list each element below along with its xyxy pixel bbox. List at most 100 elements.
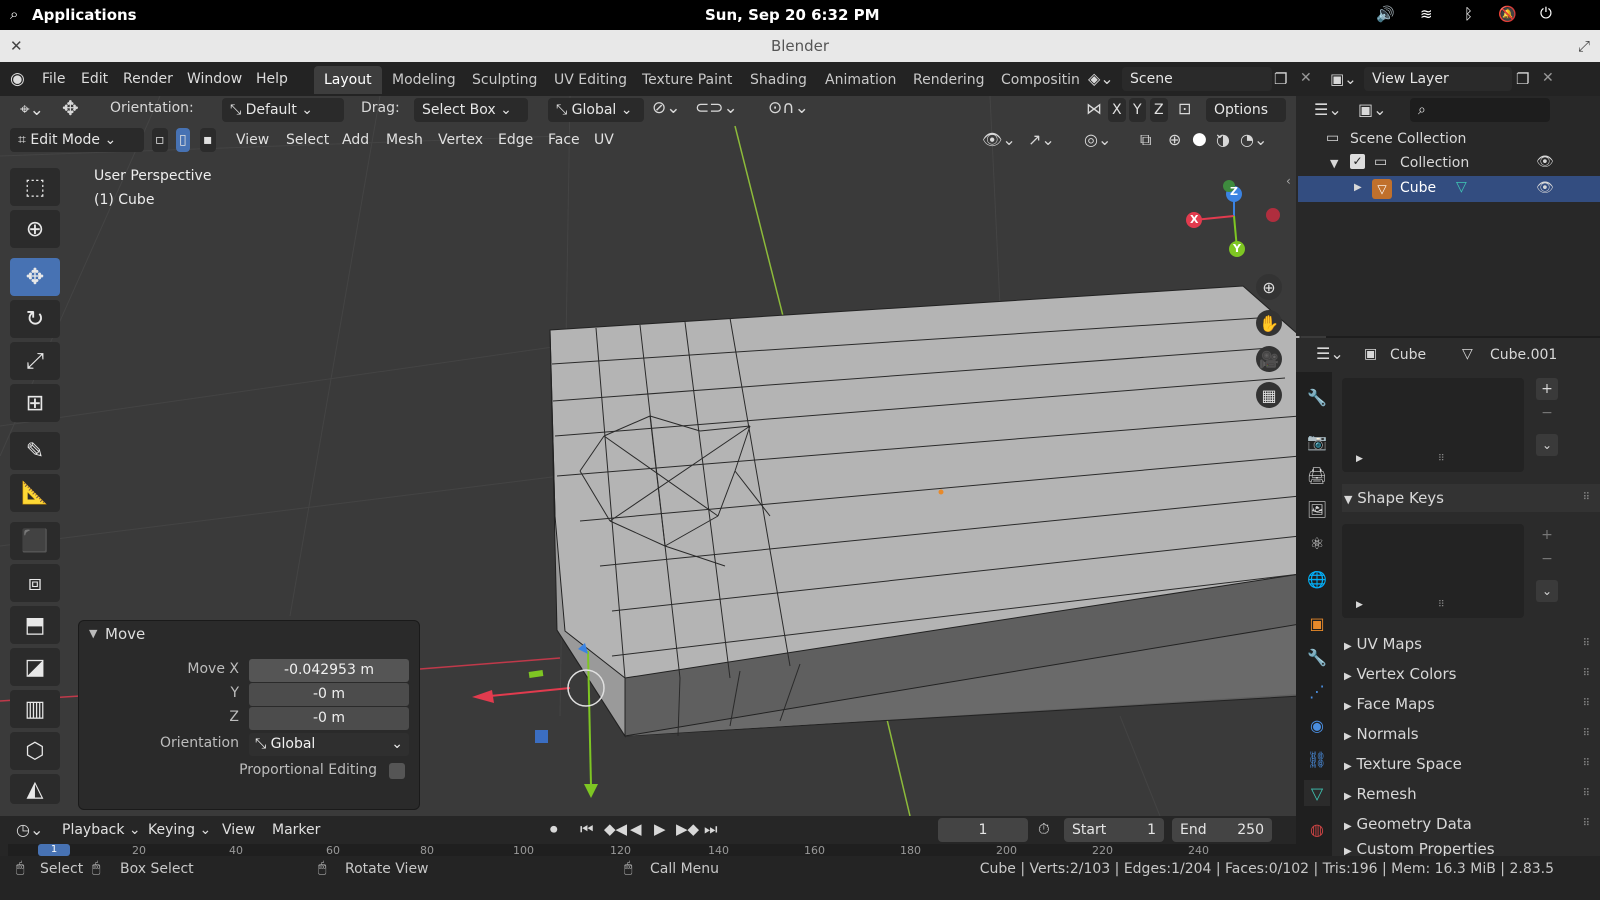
timer-icon[interactable]: ⏱ bbox=[1038, 820, 1050, 838]
collection-label[interactable]: Collection bbox=[1400, 155, 1469, 171]
material-tab-icon[interactable]: ◍ bbox=[1304, 816, 1330, 842]
menu-keying[interactable]: Keying ⌄ bbox=[142, 818, 217, 842]
menu-edit[interactable]: Edit bbox=[81, 62, 108, 96]
mesh-data-icon[interactable]: ▽ bbox=[1456, 179, 1467, 195]
cube-label[interactable]: Cube bbox=[1400, 180, 1436, 196]
face-select-mode-icon[interactable]: ▪ bbox=[200, 128, 216, 152]
menu-mesh[interactable]: Mesh bbox=[380, 128, 429, 152]
move-z-input[interactable]: -0 m bbox=[249, 707, 409, 730]
mirror-y-toggle[interactable]: Y bbox=[1129, 98, 1146, 122]
tool-tab-icon[interactable]: 🔧 bbox=[1304, 384, 1330, 410]
collapse-arrow-icon[interactable]: ▼ bbox=[89, 627, 97, 640]
prev-keyframe-icon[interactable]: ◆◀ bbox=[604, 820, 627, 838]
frame-ruler[interactable]: 1 20 40 60 80 100 120 140 160 180 200 22… bbox=[8, 844, 1318, 856]
section-face-maps[interactable]: ▶ Face Maps ⠿ bbox=[1342, 690, 1600, 718]
vertex-group-menu-icon[interactable]: ⌄ bbox=[1536, 434, 1558, 456]
vertex-select-mode-icon[interactable]: ▫ bbox=[152, 128, 168, 152]
nav-neg-x-ball[interactable] bbox=[1266, 208, 1280, 222]
menu-add[interactable]: Add bbox=[336, 128, 375, 152]
particles-tab-icon[interactable]: ⋰ bbox=[1304, 678, 1330, 704]
scene-tab-icon[interactable]: ⚛ bbox=[1304, 530, 1330, 556]
applications-menu[interactable]: Applications bbox=[32, 6, 137, 24]
tab-rendering[interactable]: Rendering bbox=[903, 66, 995, 94]
section-custom-properties[interactable]: ▶ Custom Properties bbox=[1342, 838, 1600, 856]
mirror-z-toggle[interactable]: Z bbox=[1150, 98, 1168, 122]
outliner-search-input[interactable]: ⌕ bbox=[1410, 98, 1550, 122]
tab-uv-editing[interactable]: UV Editing bbox=[544, 66, 637, 94]
tab-layout[interactable]: Layout bbox=[314, 66, 382, 94]
gizmo-x-axis[interactable] bbox=[489, 687, 571, 697]
edge-select-mode-icon[interactable]: ▯ bbox=[176, 128, 190, 152]
current-frame-field[interactable]: 1 bbox=[938, 818, 1028, 842]
measure-tool-icon[interactable]: 📐 bbox=[10, 474, 60, 512]
menu-uv[interactable]: UV bbox=[588, 128, 620, 152]
bevel-tool-icon[interactable]: ◪ bbox=[10, 648, 60, 686]
data-tab-icon[interactable]: ▽ bbox=[1304, 780, 1330, 806]
drag-handle-icon[interactable]: ⠿ bbox=[1583, 484, 1590, 512]
power-icon[interactable]: ⏻ bbox=[1540, 4, 1552, 22]
cube-visibility-icon[interactable]: 👁 bbox=[1536, 180, 1554, 196]
shape-key-menu-icon[interactable]: ⌄ bbox=[1536, 580, 1558, 602]
tab-shading[interactable]: Shading bbox=[740, 66, 817, 94]
menu-file[interactable]: File bbox=[42, 62, 65, 96]
section-normals[interactable]: ▶ Normals ⠿ bbox=[1342, 720, 1600, 748]
section-uv-maps[interactable]: ▶ UV Maps ⠿ bbox=[1342, 630, 1600, 658]
menu-edge[interactable]: Edge bbox=[492, 128, 539, 152]
visibility-icon[interactable]: 👁⌄ bbox=[982, 130, 1016, 149]
outliner-editor-icon[interactable]: ☰⌄ bbox=[1314, 100, 1342, 119]
jump-start-icon[interactable]: ⏮ bbox=[580, 820, 594, 838]
close-window-icon[interactable]: ✕ bbox=[10, 30, 23, 62]
expand-arrow-icon[interactable]: ▼ bbox=[1330, 157, 1338, 170]
constraints-tab-icon[interactable]: ⛓ bbox=[1304, 746, 1330, 772]
drag-handle-icon[interactable]: ⠿ bbox=[1583, 780, 1590, 808]
volume-icon[interactable]: 🔊 bbox=[1376, 5, 1395, 23]
remove-vertex-group-icon[interactable]: − bbox=[1536, 402, 1558, 424]
bluetooth-icon[interactable]: ᛒ bbox=[1464, 5, 1473, 23]
section-texture-space[interactable]: ▶ Texture Space ⠿ bbox=[1342, 750, 1600, 778]
object-tab-icon[interactable]: ▣ bbox=[1304, 610, 1330, 636]
vertex-groups-list[interactable]: ▶ ⠿ bbox=[1342, 378, 1524, 472]
drag-handle-icon[interactable]: ⠿ bbox=[1583, 750, 1590, 778]
next-keyframe-icon[interactable]: ▶◆ bbox=[676, 820, 699, 838]
section-shape-keys[interactable]: ▼ Shape Keys ⠿ bbox=[1342, 484, 1600, 512]
new-view-layer-icon[interactable]: ❐ bbox=[1516, 70, 1529, 88]
knife-tool-icon[interactable]: ⬡ bbox=[10, 732, 60, 770]
menu-render[interactable]: Render bbox=[123, 62, 173, 96]
search-icon[interactable]: ⌕ bbox=[10, 5, 18, 23]
expand-arrow-icon[interactable]: ▶ bbox=[1356, 454, 1363, 464]
expand-arrow-icon[interactable]: ▶ bbox=[1356, 600, 1363, 610]
render-tab-icon[interactable]: 📷 bbox=[1304, 428, 1330, 454]
modifier-tab-icon[interactable]: 🔧 bbox=[1304, 644, 1330, 670]
transform-orientation-dropdown[interactable]: ⤡ Global ⌄ bbox=[548, 98, 644, 122]
menu-help[interactable]: Help bbox=[256, 62, 288, 96]
properties-editor-icon[interactable]: ☰⌄ bbox=[1316, 344, 1344, 363]
zoom-icon[interactable]: ⊕ bbox=[1256, 274, 1282, 300]
world-tab-icon[interactable]: 🌐 bbox=[1304, 566, 1330, 592]
context-mesh-label[interactable]: Cube.001 bbox=[1490, 347, 1557, 363]
timeline-editor-icon[interactable]: ◷⌄ bbox=[16, 820, 43, 839]
drag-handle-icon[interactable]: ⠿ bbox=[1583, 720, 1590, 748]
display-mode-icon[interactable]: ▣⌄ bbox=[1358, 100, 1387, 119]
scene-selector-icon[interactable]: ◈⌄ bbox=[1088, 69, 1114, 88]
expand-arrow-icon[interactable]: ▶ bbox=[1354, 182, 1362, 193]
outliner-row-cube[interactable] bbox=[1298, 176, 1600, 202]
output-tab-icon[interactable]: 🖨 bbox=[1304, 462, 1330, 488]
annotate-tool-icon[interactable]: ✎ bbox=[10, 432, 60, 470]
drag-handle-icon[interactable]: ⠿ bbox=[1583, 660, 1590, 688]
overlays-icon[interactable]: ◎⌄ bbox=[1084, 130, 1111, 149]
options-dropdown[interactable]: Options ⌄ bbox=[1206, 98, 1286, 142]
add-cube-tool-icon[interactable]: ⬛ bbox=[10, 522, 60, 560]
select-box-tool-icon[interactable]: ⬚ bbox=[10, 168, 60, 206]
jump-end-icon[interactable]: ⏭ bbox=[704, 820, 718, 838]
start-frame-field[interactable]: Start 1 bbox=[1064, 818, 1164, 842]
solid-shading-icon[interactable]: ● bbox=[1192, 129, 1207, 149]
menu-vertex[interactable]: Vertex bbox=[432, 128, 489, 152]
end-frame-field[interactable]: End 250 bbox=[1172, 818, 1272, 842]
add-shape-key-icon[interactable]: + bbox=[1536, 524, 1558, 546]
delete-view-layer-icon[interactable]: ✕ bbox=[1542, 70, 1554, 86]
context-object-label[interactable]: Cube bbox=[1390, 347, 1426, 363]
orientation-select-panel[interactable]: ⤡ Global ⌄ bbox=[249, 733, 409, 756]
menu-timeline-view[interactable]: View bbox=[216, 818, 261, 842]
snap-icon[interactable]: ⊂⊃⌄ bbox=[695, 98, 738, 118]
extrude-tool-icon[interactable]: ⧈ bbox=[10, 564, 60, 602]
